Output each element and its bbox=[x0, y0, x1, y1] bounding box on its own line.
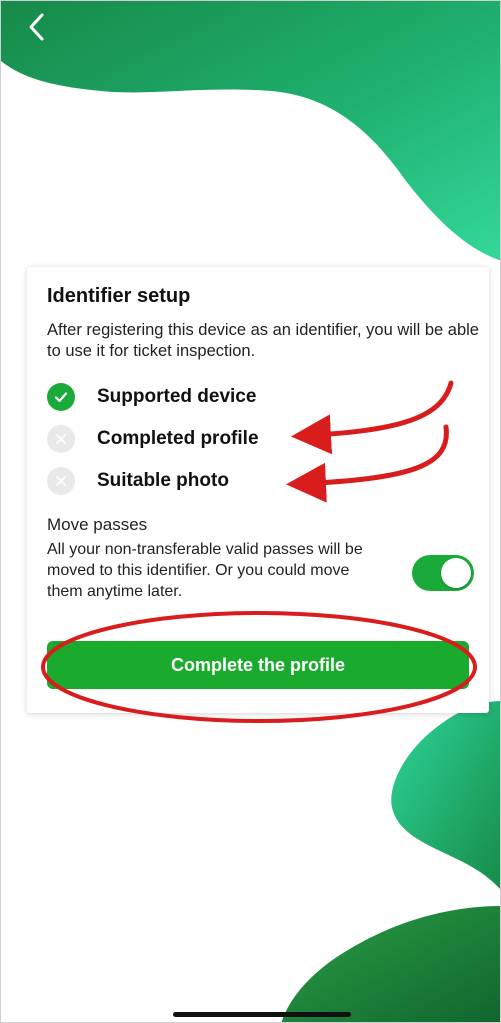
check-label: Supported device bbox=[97, 386, 257, 407]
top-blob bbox=[1, 1, 500, 261]
check-row-completed-profile: Completed profile bbox=[47, 424, 259, 454]
right-blob bbox=[391, 701, 500, 889]
identifier-setup-card: Identifier setup After registering this … bbox=[27, 267, 489, 713]
check-label: Completed profile bbox=[97, 428, 259, 449]
complete-profile-button[interactable]: Complete the profile bbox=[47, 641, 469, 689]
home-indicator bbox=[173, 1012, 351, 1017]
check-label: Suitable photo bbox=[97, 470, 229, 491]
card-title: Identifier setup bbox=[47, 285, 191, 307]
move-passes-description: All your non-transferable valid passes w… bbox=[47, 541, 363, 600]
chevron-left-icon bbox=[29, 13, 44, 41]
x-circle-icon bbox=[47, 467, 75, 495]
x-circle-icon bbox=[47, 425, 75, 453]
check-row-suitable-photo: Suitable photo bbox=[47, 466, 229, 496]
check-row-supported-device: Supported device bbox=[47, 382, 256, 412]
bottom-blob bbox=[281, 906, 500, 1022]
toggle-knob bbox=[441, 558, 471, 588]
card-description: After registering this device as an iden… bbox=[47, 321, 479, 360]
move-passes-toggle[interactable] bbox=[412, 555, 474, 591]
check-circle-icon bbox=[47, 383, 75, 411]
back-button[interactable] bbox=[19, 9, 55, 45]
move-passes-title: Move passes bbox=[47, 515, 148, 534]
app-screen: Identifier setup After registering this … bbox=[0, 0, 501, 1023]
